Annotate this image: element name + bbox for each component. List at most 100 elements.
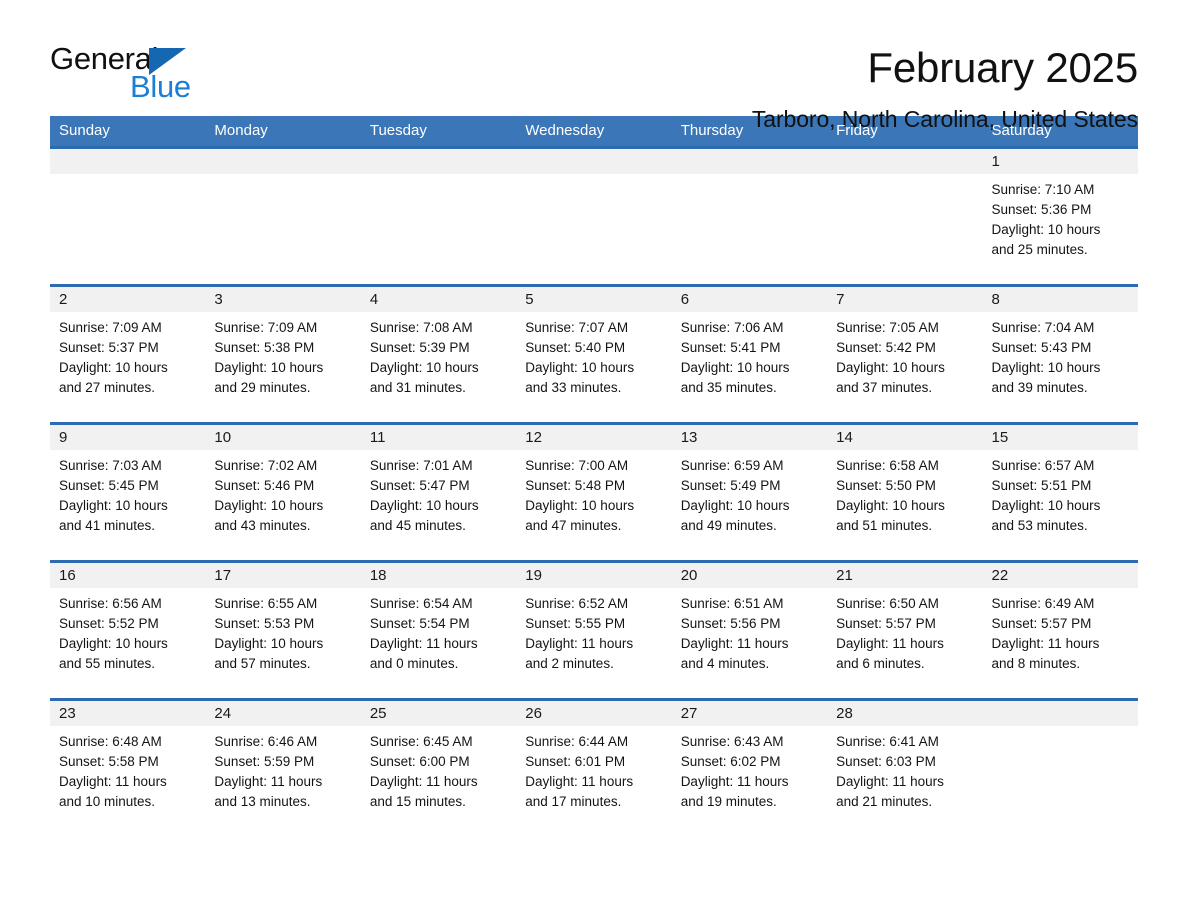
sunrise-text: Sunrise: 6:41 AM (836, 734, 939, 749)
day-cell-empty (827, 149, 983, 284)
day-cell-5[interactable]: 5 Sunrise: 7:07 AM Sunset: 5:40 PM Daylight… (516, 287, 672, 422)
day-details: Sunrise: 7:09 AM Sunset: 5:37 PM Daylight:… (50, 312, 205, 398)
sunset-text: Sunset: 5:40 PM (525, 340, 626, 355)
generalblue-logo[interactable]: General Blue (50, 42, 200, 104)
day-cell-13[interactable]: 13 Sunrise: 6:59 AM Sunset: 5:49 PM Dayligh… (671, 425, 828, 560)
day-number: 4 (369, 291, 379, 308)
day-cell-4[interactable]: 4 Sunrise: 7:08 AM Sunset: 5:39 PM Daylight… (360, 287, 517, 422)
day-cell-2[interactable]: 2 Sunrise: 7:09 AM Sunset: 5:37 PM Daylight… (50, 287, 206, 422)
sunrise-text: Sunrise: 7:06 AM (680, 320, 784, 335)
day-cell-10[interactable]: 10 Sunrise: 7:02 AM Sunset: 5:46 PM Dayligh… (205, 425, 361, 560)
day-cell-16[interactable]: 16 Sunrise: 6:56 AM Sunset: 5:52 PM Dayligh… (50, 563, 206, 698)
daylight-text: Daylight: 10 hours (991, 222, 1101, 237)
sunrise-text: Sunrise: 7:10 AM (991, 182, 1095, 197)
day-cell-25[interactable]: 25 Sunrise: 6:45 AM Sunset: 6:00 PM Dayligh… (360, 701, 517, 836)
day-details (672, 174, 827, 180)
day-cell-17[interactable]: 17 Sunrise: 6:55 AM Sunset: 5:53 PM Dayligh… (205, 563, 361, 698)
day-number-band: 13 (671, 425, 828, 450)
daylight-text: Daylight: 10 hours (991, 498, 1101, 513)
day-details (516, 174, 671, 180)
day-cell-14[interactable]: 14 Sunrise: 6:58 AM Sunset: 5:50 PM Dayligh… (827, 425, 983, 560)
sunrise-text: Sunrise: 6:55 AM (214, 596, 318, 611)
sunset-text: Sunset: 6:02 PM (680, 754, 781, 769)
day-cell-6[interactable]: 6 Sunrise: 7:06 AM Sunset: 5:41 PM Daylight… (671, 287, 828, 422)
day-number: 7 (836, 291, 845, 308)
sunrise-text: Sunrise: 6:58 AM (836, 458, 939, 473)
day-number: 13 (680, 429, 698, 446)
day-number: 17 (214, 567, 232, 584)
day-number: 1 (991, 153, 1000, 170)
day-details: Sunrise: 6:44 AM Sunset: 6:01 PM Daylight:… (516, 726, 671, 812)
day-cell-empty (671, 149, 828, 284)
day-number: 9 (59, 429, 68, 446)
day-details: Sunrise: 6:48 AM Sunset: 5:58 PM Daylight:… (50, 726, 205, 812)
daylight-text-cont: and 21 minutes. (836, 794, 933, 809)
day-number-band: 23 (50, 701, 206, 726)
weekday-header-tuesday: Tuesday (369, 122, 427, 139)
sunset-text: Sunset: 6:00 PM (369, 754, 470, 769)
day-number-band: 26 (516, 701, 672, 726)
day-number: 22 (991, 567, 1009, 584)
daylight-text: Daylight: 10 hours (525, 498, 635, 513)
day-number: 10 (214, 429, 232, 446)
day-details: Sunrise: 7:04 AM Sunset: 5:43 PM Daylight:… (983, 312, 1138, 398)
daylight-text-cont: and 8 minutes. (991, 656, 1081, 671)
day-cell-9[interactable]: 9 Sunrise: 7:03 AM Sunset: 5:45 PM Daylight… (50, 425, 206, 560)
day-cell-23[interactable]: 23 Sunrise: 6:48 AM Sunset: 5:58 PM Dayligh… (50, 701, 206, 836)
day-number-band: 11 (360, 425, 517, 450)
sunrise-text: Sunrise: 6:43 AM (680, 734, 784, 749)
sunset-text: Sunset: 5:46 PM (214, 478, 315, 493)
sunrise-text: Sunrise: 7:09 AM (214, 320, 318, 335)
day-cell-24[interactable]: 24 Sunrise: 6:46 AM Sunset: 5:59 PM Dayligh… (205, 701, 361, 836)
day-cell-28[interactable]: 28 Sunrise: 6:41 AM Sunset: 6:03 PM Dayligh… (827, 701, 983, 836)
day-cell-8[interactable]: 8 Sunrise: 7:04 AM Sunset: 5:43 PM Daylight… (982, 287, 1138, 422)
day-details: Sunrise: 7:05 AM Sunset: 5:42 PM Daylight:… (827, 312, 982, 398)
day-cell-27[interactable]: 27 Sunrise: 6:43 AM Sunset: 6:02 PM Dayligh… (671, 701, 828, 836)
daylight-text: Daylight: 10 hours (214, 360, 324, 375)
sunrise-text: Sunrise: 6:54 AM (369, 596, 473, 611)
page-header: General Blue February 2025 Tarboro, Nort… (50, 0, 1138, 133)
daylight-text-cont: and 55 minutes. (59, 656, 156, 671)
daylight-text: Daylight: 11 hours (369, 774, 478, 789)
sunset-text: Sunset: 5:42 PM (836, 340, 936, 355)
daylight-text-cont: and 51 minutes. (836, 518, 933, 533)
day-cell-7[interactable]: 7 Sunrise: 7:05 AM Sunset: 5:42 PM Daylight… (827, 287, 983, 422)
day-number-band: 6 (671, 287, 828, 312)
day-number-band (205, 149, 361, 174)
sunrise-text: Sunrise: 6:57 AM (991, 458, 1095, 473)
day-details: Sunrise: 6:51 AM Sunset: 5:56 PM Daylight:… (672, 588, 827, 674)
sunset-text: Sunset: 5:57 PM (991, 616, 1092, 631)
day-details: Sunrise: 7:01 AM Sunset: 5:47 PM Daylight:… (361, 450, 516, 536)
daylight-text-cont: and 17 minutes. (525, 794, 622, 809)
day-cell-empty (516, 149, 672, 284)
day-cell-1[interactable]: 1 Sunrise: 7:10 AM Sunset: 5:36 PM Daylight… (982, 149, 1138, 284)
daylight-text-cont: and 31 minutes. (369, 380, 466, 395)
day-number-band: 17 (205, 563, 361, 588)
day-cell-22[interactable]: 22 Sunrise: 6:49 AM Sunset: 5:57 PM Dayligh… (982, 563, 1138, 698)
day-details: Sunrise: 6:57 AM Sunset: 5:51 PM Daylight:… (983, 450, 1138, 536)
daylight-text-cont: and 27 minutes. (59, 380, 156, 395)
day-cell-3[interactable]: 3 Sunrise: 7:09 AM Sunset: 5:38 PM Daylight… (205, 287, 361, 422)
day-number-band: 9 (50, 425, 206, 450)
calendar-grid: Sunday Monday Tuesday Wednesday Thursday Frid… (50, 116, 1138, 836)
day-details: Sunrise: 6:52 AM Sunset: 5:55 PM Daylight:… (516, 588, 671, 674)
day-number-band (671, 149, 828, 174)
day-number-band: 8 (982, 287, 1138, 312)
day-cell-20[interactable]: 20 Sunrise: 6:51 AM Sunset: 5:56 PM Dayligh… (671, 563, 828, 698)
daylight-text: Daylight: 11 hours (525, 774, 634, 789)
daylight-text: Daylight: 10 hours (680, 498, 790, 513)
day-cell-19[interactable]: 19 Sunrise: 6:52 AM Sunset: 5:55 PM Dayligh… (516, 563, 672, 698)
day-cell-18[interactable]: 18 Sunrise: 6:54 AM Sunset: 5:54 PM Dayligh… (360, 563, 517, 698)
day-details: Sunrise: 7:10 AM Sunset: 5:36 PM Daylight:… (983, 174, 1138, 260)
day-cell-empty (360, 149, 517, 284)
day-cell-21[interactable]: 21 Sunrise: 6:50 AM Sunset: 5:57 PM Dayligh… (827, 563, 983, 698)
day-cell-11[interactable]: 11 Sunrise: 7:01 AM Sunset: 5:47 PM Dayligh… (360, 425, 517, 560)
daylight-text: Daylight: 10 hours (836, 498, 945, 513)
day-cell-26[interactable]: 26 Sunrise: 6:44 AM Sunset: 6:01 PM Dayligh… (516, 701, 672, 836)
daylight-text-cont: and 29 minutes. (214, 380, 311, 395)
sunset-text: Sunset: 5:52 PM (59, 616, 159, 631)
day-cell-12[interactable]: 12 Sunrise: 7:00 AM Sunset: 5:48 PM Dayligh… (516, 425, 672, 560)
sunset-text: Sunset: 5:48 PM (525, 478, 626, 493)
day-cell-15[interactable]: 15 Sunrise: 6:57 AM Sunset: 5:51 PM Dayligh… (982, 425, 1138, 560)
sunrise-text: Sunrise: 6:44 AM (525, 734, 629, 749)
